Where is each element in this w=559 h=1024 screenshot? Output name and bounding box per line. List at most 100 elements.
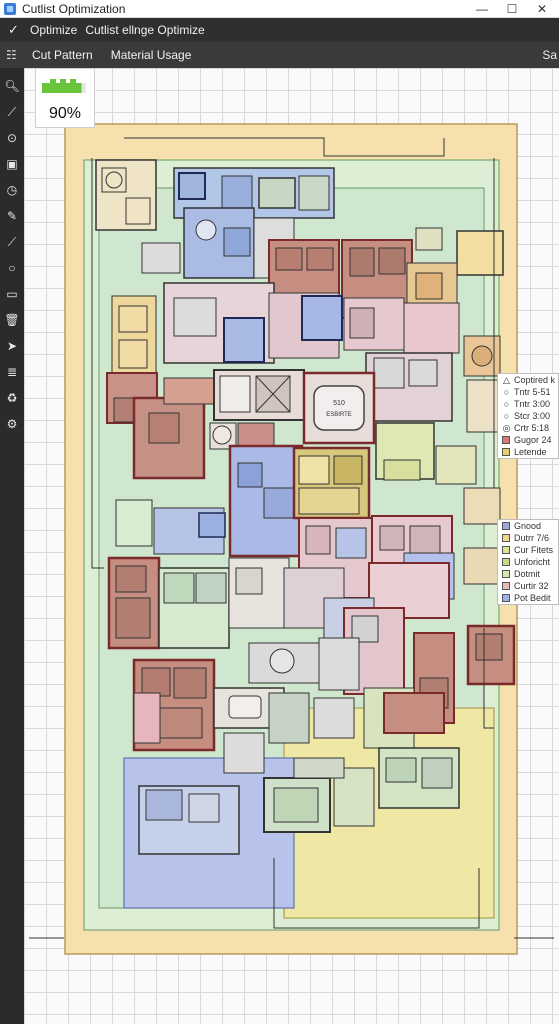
- window-title: Cutlist Optimization: [22, 1, 126, 16]
- legend-label: Curtir 32: [514, 581, 549, 591]
- square-icon[interactable]: ▣: [4, 156, 20, 172]
- legend-item: Cur Fitets: [498, 544, 558, 556]
- panel: [133, 692, 161, 744]
- zoom-progress-step: [50, 79, 56, 83]
- tab-bar: ☷ Cut Pattern Material Usage Sa: [0, 42, 559, 68]
- panel: [305, 525, 331, 555]
- panel: [141, 667, 171, 697]
- legend-top: △ Coptired k ○ Tntr 5-51 ○ Tntr 3:00 ○ Stcr 3:0…: [497, 373, 559, 459]
- panel: [456, 230, 504, 276]
- gear-icon[interactable]: ⚙︎: [4, 416, 20, 432]
- panel: [173, 667, 207, 699]
- legend-label: Tntr 3:00: [514, 399, 551, 409]
- arrow-icon[interactable]: ➤: [4, 338, 20, 354]
- legend-label: Letende: [514, 447, 547, 457]
- legend-symbol-icon: △: [503, 374, 510, 385]
- center-panel-line1: 510: [333, 400, 345, 407]
- maximize-button[interactable]: ☐: [497, 0, 527, 18]
- legend-swatch: [502, 582, 510, 590]
- legend-label: Tntr 5-51: [514, 387, 551, 397]
- tab-material-usage[interactable]: Material Usage: [111, 48, 192, 62]
- wand-icon[interactable]: ⟋: [4, 104, 20, 120]
- legend-swatch: [502, 534, 510, 542]
- panel: [415, 272, 443, 300]
- panel: [141, 242, 181, 274]
- panel: [223, 732, 265, 774]
- panel: [263, 487, 295, 519]
- check-icon: ✓: [8, 22, 19, 37]
- legend-label: Cur Fitets: [514, 545, 554, 555]
- panel: [463, 547, 501, 585]
- trash-icon[interactable]: 🗑︎: [4, 312, 20, 328]
- panel: [275, 247, 303, 271]
- panel-hole: [471, 345, 493, 367]
- zoom-progress-fill: [42, 83, 82, 93]
- legend-swatch: [502, 436, 510, 444]
- menu-cutlist-optimize[interactable]: Cutlist ellnge Optimize: [85, 23, 204, 37]
- panel: [293, 757, 345, 779]
- center-panel-line2: ESBIRTE: [326, 412, 352, 418]
- legend-swatch: [502, 570, 510, 578]
- legend-item: Unforicht: [498, 556, 558, 568]
- panel: [373, 357, 405, 389]
- panel: [298, 487, 360, 515]
- panel: [223, 317, 265, 363]
- tab-cut-pattern[interactable]: Cut Pattern: [32, 48, 93, 62]
- panel: [306, 247, 334, 271]
- panel: [435, 445, 477, 485]
- panel: [298, 455, 330, 485]
- cut-layout[interactable]: 510 ESBIRTE: [24, 68, 559, 1024]
- panel: [301, 295, 343, 341]
- legend-item: Dutrr 7/6: [498, 532, 558, 544]
- panel: [313, 697, 355, 739]
- circle-icon[interactable]: ○: [4, 260, 20, 276]
- panel: [378, 247, 406, 275]
- legend-item: ◎ Crtr 5:18: [498, 422, 558, 434]
- panel: [219, 375, 251, 413]
- panel: [163, 572, 195, 604]
- ruler-icon[interactable]: ▭: [4, 286, 20, 302]
- menu-optimize[interactable]: Optimize: [30, 23, 77, 37]
- legend-item: Letende: [498, 446, 558, 458]
- recycle-icon[interactable]: ♻︎: [4, 390, 20, 406]
- panel: [237, 462, 263, 488]
- layers-icon[interactable]: ≣: [4, 364, 20, 380]
- legend-item: ○ Tntr 3:00: [498, 398, 558, 410]
- legend-swatch: [502, 448, 510, 456]
- panel: [145, 789, 183, 821]
- pencil-icon[interactable]: ✎: [4, 208, 20, 224]
- panel: [335, 527, 367, 559]
- close-button[interactable]: ✕: [527, 0, 557, 18]
- panel: [408, 359, 438, 387]
- app-icon: [4, 2, 16, 15]
- zoom-label: 90%: [48, 105, 82, 122]
- minimize-button[interactable]: —: [467, 0, 497, 18]
- panel: [235, 567, 263, 595]
- panel: [178, 172, 206, 200]
- panel: [198, 512, 226, 538]
- zoom-icon[interactable]: 🔍︎: [4, 78, 20, 94]
- knife-icon[interactable]: ⟋: [4, 234, 20, 250]
- title-bar: Cutlist Optimization — ☐ ✕: [0, 0, 559, 18]
- panel: [383, 692, 445, 734]
- panel: [188, 793, 220, 823]
- timer-icon[interactable]: ◷: [4, 182, 20, 198]
- zoom-indicator: 90%: [35, 68, 95, 128]
- legend-symbol-icon: ◎: [502, 422, 511, 433]
- legend-item: ○ Stcr 3:00: [498, 410, 558, 422]
- left-toolbar: 🔍︎ ⟋ ⊙ ▣ ◷ ✎ ⟋ ○ ▭ 🗑︎ ➤ ≣ ♻︎ ⚙︎: [0, 68, 24, 1024]
- target-icon[interactable]: ⊙: [4, 130, 20, 146]
- legend-item: Curtir 32: [498, 580, 558, 592]
- panel: [383, 459, 421, 481]
- panel: [221, 175, 253, 213]
- legend-item: ○ Tntr 5-51: [498, 386, 558, 398]
- panel: [118, 305, 148, 333]
- panel: [115, 565, 147, 593]
- legend-swatch: [502, 546, 510, 554]
- legend-symbol-icon: ○: [503, 387, 510, 397]
- panel: [195, 572, 227, 604]
- panel: [349, 307, 375, 339]
- panel: [115, 499, 153, 547]
- menu-grip-icon[interactable]: ☷: [6, 48, 22, 62]
- tab-overflow[interactable]: Sa: [542, 42, 559, 68]
